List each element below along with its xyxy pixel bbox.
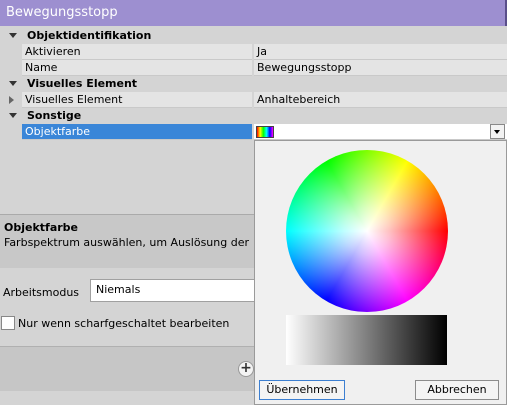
property-value[interactable]: Ja [254, 44, 507, 60]
description-text: Farbspektrum auswählen, um Auslösung der [4, 236, 249, 249]
category-label: Objektidentifikation [27, 29, 152, 42]
triangle-right-icon[interactable] [9, 96, 14, 104]
property-label: Aktivieren [25, 45, 81, 58]
plus-icon[interactable]: + [238, 361, 254, 377]
property-key: Aktivieren [22, 44, 252, 60]
category-sonstige[interactable]: Sonstige [0, 108, 507, 124]
color-value-field[interactable] [254, 124, 507, 140]
row-gutter [0, 92, 22, 108]
cancel-button[interactable]: Abbrechen [415, 380, 499, 400]
category-label: Visuelles Element [27, 77, 138, 90]
category-label: Sonstige [27, 109, 82, 122]
property-value-text: Ja [257, 45, 267, 58]
triangle-down-icon[interactable] [9, 33, 17, 38]
mode-select[interactable]: Niemals [90, 279, 262, 302]
category-visuelles-element[interactable]: Visuelles Element [0, 76, 507, 92]
category-gutter [0, 108, 22, 124]
color-swatch-icon [256, 126, 274, 138]
triangle-down-icon[interactable] [9, 113, 17, 118]
color-wheel[interactable] [286, 150, 448, 312]
category-gutter [0, 28, 22, 44]
property-row-aktivieren[interactable]: Aktivieren Ja [0, 44, 507, 60]
mode-select-value: Niemals [96, 283, 141, 296]
property-row-visuelles-element[interactable]: Visuelles Element Anhaltebereich [0, 92, 507, 108]
property-key: Objektfarbe [22, 124, 252, 140]
property-row-objektfarbe[interactable]: Objektfarbe [0, 124, 507, 140]
property-value[interactable]: Bewegungsstopp [254, 60, 507, 76]
mode-label: Arbeitsmodus [3, 286, 80, 299]
property-label: Objektfarbe [25, 125, 91, 138]
chevron-down-icon[interactable] [490, 124, 505, 139]
category-gutter [0, 76, 22, 92]
property-label: Name [25, 61, 58, 74]
armed-only-checkbox[interactable] [1, 316, 15, 330]
armed-only-label[interactable]: Nur wenn scharfgeschaltet bearbeiten [18, 317, 229, 330]
property-label: Visuelles Element [25, 93, 123, 106]
bottom-panel [0, 346, 254, 391]
property-row-name[interactable]: Name Bewegungsstopp [0, 60, 507, 76]
brightness-gradient[interactable] [286, 315, 447, 365]
property-value-text: Anhaltebereich [257, 93, 341, 106]
property-key: Visuelles Element [22, 92, 252, 108]
window-title-bar: Bewegungsstopp [0, 0, 507, 26]
property-description: Objektfarbe Farbspektrum auswählen, um A… [0, 214, 254, 268]
category-objektidentifikation[interactable]: Objektidentifikation [0, 28, 507, 44]
window-title: Bewegungsstopp [6, 5, 118, 20]
apply-button[interactable]: Übernehmen [259, 380, 345, 400]
property-key: Name [22, 60, 252, 76]
property-value[interactable]: Anhaltebereich [254, 92, 507, 108]
description-title: Objektfarbe [4, 221, 78, 234]
property-value-text: Bewegungsstopp [257, 61, 352, 74]
triangle-down-icon[interactable] [9, 81, 17, 86]
